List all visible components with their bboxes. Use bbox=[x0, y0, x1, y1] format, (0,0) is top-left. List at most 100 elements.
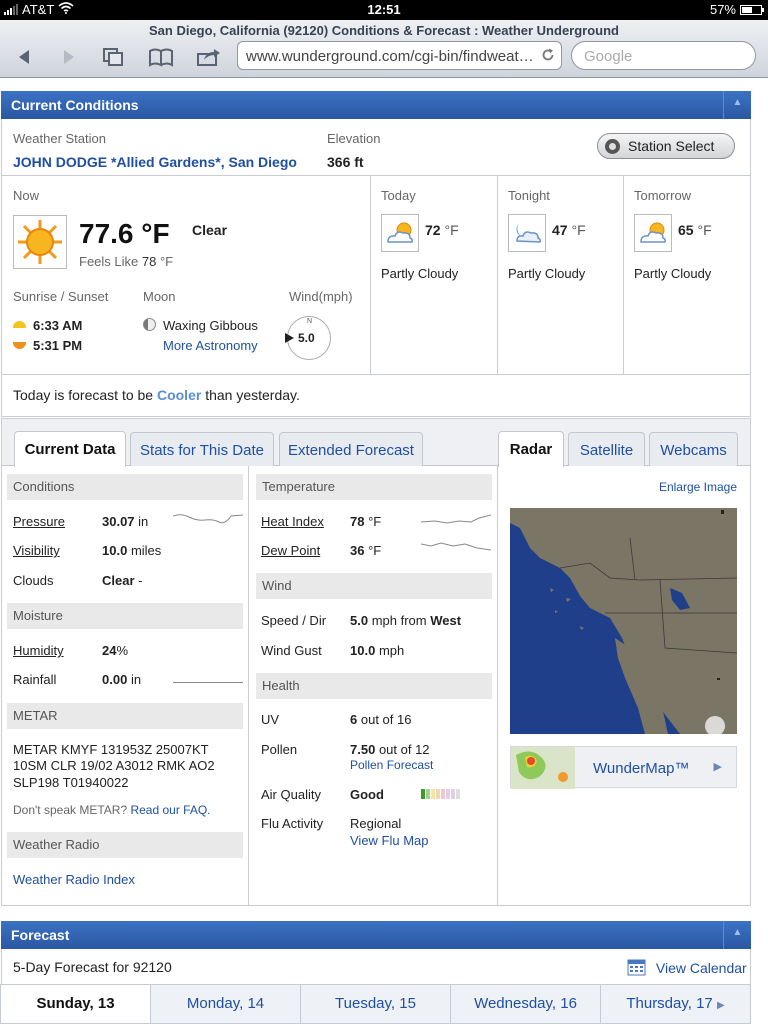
station-select-button[interactable]: Station Select bbox=[597, 133, 735, 159]
tab-radar[interactable]: Radar bbox=[498, 431, 564, 467]
day-tab-sunday[interactable]: Sunday, 13 bbox=[0, 984, 151, 1024]
pages-button[interactable] bbox=[99, 46, 127, 68]
metar-faq-link[interactable]: Read our FAQ. bbox=[130, 803, 210, 817]
dew-point-number: 36 bbox=[350, 543, 365, 558]
wind-north-label: N bbox=[307, 318, 313, 325]
back-arrow-icon bbox=[19, 50, 29, 64]
forward-arrow-icon bbox=[64, 50, 74, 64]
forecast-comparison: Today is forecast to be Cooler than yest… bbox=[13, 387, 300, 403]
search-placeholder: Google bbox=[584, 48, 633, 65]
forward-button[interactable] bbox=[55, 46, 83, 68]
collapse-toggle[interactable]: ▲ bbox=[723, 91, 751, 119]
enlarge-image-link[interactable]: Enlarge Image bbox=[659, 480, 737, 494]
current-conditions-title: Current Conditions bbox=[11, 97, 139, 113]
day-tab-wednesday[interactable]: Wednesday, 16 bbox=[450, 984, 601, 1024]
wind-arrow-icon bbox=[285, 333, 294, 343]
humidity-unit: % bbox=[116, 643, 129, 658]
heat-index-label[interactable]: Heat Index bbox=[261, 514, 324, 529]
wundermap-link[interactable]: WunderMap™ ▶ bbox=[510, 746, 737, 789]
clouds-value: Clear - bbox=[102, 573, 143, 588]
sunset-time: 5:31 PM bbox=[33, 338, 83, 353]
uv-scale: out of 16 bbox=[360, 712, 412, 727]
humidity-label[interactable]: Humidity bbox=[13, 643, 64, 658]
metar-help: Don't speak METAR? Read our FAQ. bbox=[13, 803, 211, 817]
uv-label: UV bbox=[261, 712, 280, 727]
metar-line: METAR KMYF 131953Z 25007KT bbox=[13, 742, 209, 757]
sun-label: Sunrise / Sunset bbox=[13, 289, 109, 304]
pressure-sparkline bbox=[173, 514, 243, 524]
tab-extended-forecast[interactable]: Extended Forecast bbox=[279, 432, 423, 466]
visibility-label[interactable]: Visibility bbox=[13, 543, 60, 558]
feels-like-label: Feels Like bbox=[79, 254, 139, 269]
pollen-value: 7.50 out of 12 bbox=[350, 742, 430, 757]
period-label: Tomorrow bbox=[634, 188, 692, 203]
divider bbox=[1, 175, 751, 176]
station-label: Weather Station bbox=[13, 131, 106, 146]
rainfall-value: 0.00 in bbox=[102, 672, 141, 687]
search-input[interactable]: Google bbox=[571, 41, 756, 70]
flu-activity-value: Regional bbox=[350, 816, 402, 831]
page-title: San Diego, California (92120) Conditions… bbox=[149, 23, 619, 38]
chevron-right-icon: ▶ bbox=[713, 761, 722, 773]
partly-cloudy-night-icon bbox=[508, 214, 546, 252]
status-bar: AT&T 12:51 57% bbox=[0, 0, 768, 20]
url-field[interactable]: www.wunderground.com/cgi-bin/findweat… bbox=[237, 41, 562, 70]
current-conditions-header: Current Conditions ▲ bbox=[1, 91, 751, 119]
battery-icon bbox=[740, 4, 764, 15]
period-label: Today bbox=[381, 188, 416, 203]
gear-icon bbox=[605, 139, 620, 154]
day-tab-thursday-label: Thursday, 17 bbox=[626, 995, 713, 1012]
feels-like: Feels Like 78 °F bbox=[79, 254, 173, 269]
dew-point-unit: °F bbox=[368, 543, 382, 558]
metar-help-text: Don't speak METAR? bbox=[13, 803, 128, 817]
rainfall-label: Rainfall bbox=[13, 672, 57, 687]
current-temp: 77.6 °F bbox=[79, 218, 170, 249]
view-calendar-link[interactable]: View Calendar bbox=[627, 958, 747, 976]
sunrise-icon bbox=[13, 321, 26, 328]
wind-speed-unit: mph from bbox=[371, 613, 427, 628]
rainfall-unit: in bbox=[130, 672, 142, 687]
tab-satellite[interactable]: Satellite bbox=[568, 432, 645, 466]
dew-point-sparkline bbox=[421, 542, 491, 551]
heat-index-value: 78 °F bbox=[350, 514, 381, 529]
radar-map[interactable] bbox=[510, 508, 737, 734]
tab-webcams[interactable]: Webcams bbox=[649, 432, 738, 466]
moon-phase: Waxing Gibbous bbox=[163, 318, 258, 333]
uv-number: 6 bbox=[350, 712, 358, 727]
more-astronomy-link[interactable]: More Astronomy bbox=[163, 338, 258, 353]
tab-current-data[interactable]: Current Data bbox=[14, 431, 126, 467]
url-text: www.wunderground.com/cgi-bin/findweat… bbox=[246, 48, 534, 65]
weather-radio-link[interactable]: Weather Radio Index bbox=[13, 872, 135, 887]
elevation-label: Elevation bbox=[327, 131, 381, 146]
wind-header: Wind bbox=[256, 573, 492, 599]
visibility-value: 10.0 miles bbox=[102, 543, 161, 558]
clock: 12:51 bbox=[367, 2, 401, 17]
partly-cloudy-icon bbox=[381, 214, 419, 252]
pressure-label[interactable]: Pressure bbox=[13, 514, 65, 529]
station-select-label: Station Select bbox=[628, 138, 715, 154]
health-header: Health bbox=[256, 673, 492, 699]
bookmarks-button[interactable] bbox=[147, 46, 175, 68]
share-button[interactable] bbox=[195, 46, 223, 68]
view-calendar-label: View Calendar bbox=[655, 960, 747, 976]
day-tab-monday[interactable]: Monday, 14 bbox=[150, 984, 301, 1024]
period-condition: Partly Cloudy bbox=[634, 266, 712, 281]
station-name-link[interactable]: JOHN DODGE *Allied Gardens*, San Diego bbox=[13, 154, 297, 170]
period-temp-unit: °F bbox=[444, 222, 459, 238]
period-temp: 47 °F bbox=[552, 222, 586, 238]
speed-dir-value: 5.0 mph from West bbox=[350, 613, 461, 628]
back-button[interactable] bbox=[10, 46, 38, 68]
dew-point-label[interactable]: Dew Point bbox=[261, 543, 320, 558]
pollen-forecast-link[interactable]: Pollen Forecast bbox=[350, 758, 433, 772]
wind-gust-number: 10.0 bbox=[350, 643, 376, 658]
sunrise-time: 6:33 AM bbox=[33, 318, 83, 333]
forecast-header: Forecast ▲ bbox=[1, 921, 751, 949]
day-tab-tuesday[interactable]: Tuesday, 15 bbox=[300, 984, 451, 1024]
collapse-toggle[interactable]: ▲ bbox=[723, 921, 751, 949]
divider bbox=[497, 466, 498, 905]
reload-icon[interactable] bbox=[541, 48, 555, 66]
tab-stats-for-this-date[interactable]: Stats for This Date bbox=[130, 432, 274, 466]
day-tab-thursday[interactable]: Thursday, 17 ▶ bbox=[600, 984, 751, 1024]
view-flu-map-link[interactable]: View Flu Map bbox=[350, 833, 429, 848]
battery-percent: 57% bbox=[709, 2, 736, 17]
